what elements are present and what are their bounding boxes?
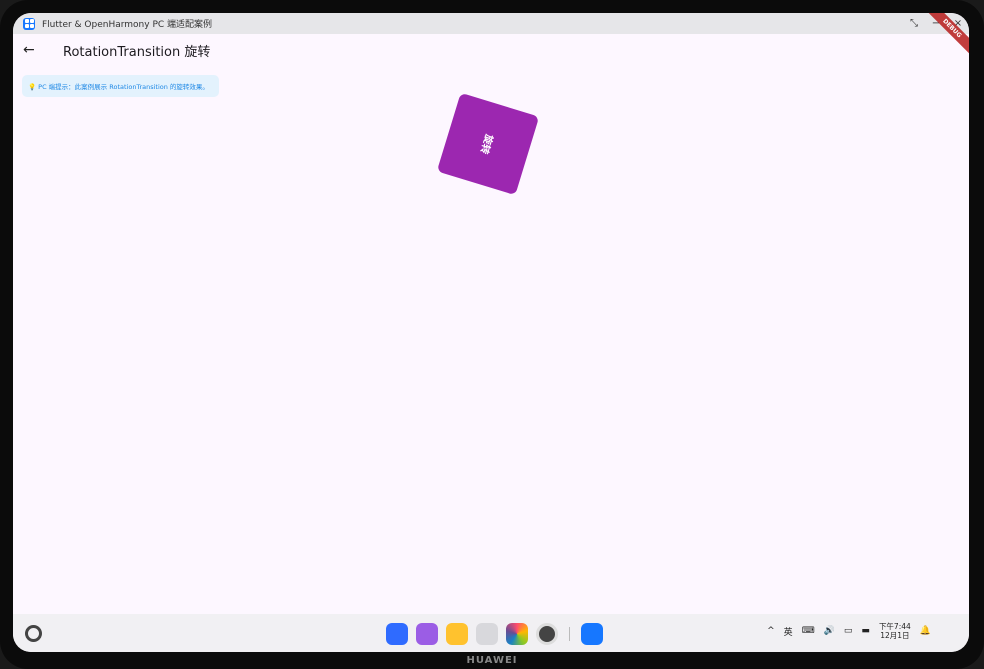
dock (386, 623, 603, 645)
chevron-up-icon[interactable]: ^ (767, 626, 775, 636)
brand-logo: HUAWEI (466, 655, 518, 666)
battery-icon[interactable]: ▬ (861, 626, 870, 636)
screen: Flutter & OpenHarmony PC 端适配案例 ⤡ − × ← R… (13, 13, 969, 652)
pc-tip-banner: 💡 PC 端提示：此案例展示 RotationTransition 的旋转效果。 (22, 75, 219, 97)
time: 下午7:44 (878, 622, 911, 631)
trash-icon[interactable] (476, 623, 498, 645)
back-arrow-icon[interactable]: ← (23, 42, 43, 58)
window-title: Flutter & OpenHarmony PC 端适配案例 (42, 20, 213, 30)
app-icon (23, 17, 35, 30)
app-center-icon[interactable] (386, 623, 408, 645)
rotating-box: 旋转 (436, 92, 540, 196)
files-icon[interactable] (446, 623, 468, 645)
date: 12月1日 (880, 631, 910, 640)
volume-icon[interactable]: 🔊 (824, 626, 835, 636)
display-icon[interactable]: ▭ (844, 626, 853, 636)
app-bar: ← RotationTransition 旋转 (13, 34, 969, 66)
clock[interactable]: 下午7:44 12月1日 (879, 622, 911, 640)
input-method-icon[interactable]: 英 (784, 625, 793, 638)
taskbar: ^ 英 ⌨ 🔊 ▭ ▬ 下午7:44 12月1日 🔔 (13, 614, 969, 652)
start-button[interactable] (25, 625, 42, 642)
restore-button[interactable]: ⤡ (903, 18, 925, 29)
box-label: 旋转 (477, 132, 495, 155)
keyboard-icon[interactable]: ⌨ (802, 626, 815, 636)
system-tray: ^ 英 ⌨ 🔊 ▭ ▬ 下午7:44 12月1日 🔔 (767, 622, 931, 640)
window-titlebar: Flutter & OpenHarmony PC 端适配案例 ⤡ − × (13, 13, 969, 34)
dock-divider (569, 627, 570, 641)
settings-icon[interactable] (536, 623, 558, 645)
flutter-app-icon[interactable] (581, 623, 603, 645)
multitask-icon[interactable] (416, 623, 438, 645)
gallery-icon[interactable] (506, 623, 528, 645)
bell-icon[interactable]: 🔔 (920, 626, 931, 636)
page-title: RotationTransition 旋转 (63, 44, 211, 60)
